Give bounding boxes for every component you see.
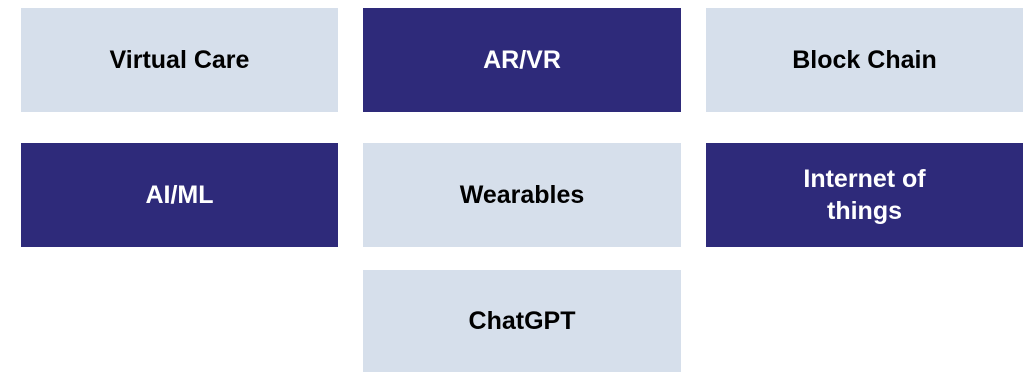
tile-block-chain: Block Chain [706, 8, 1023, 112]
tile-block-chain-label: Block Chain [792, 46, 937, 74]
tile-internet-of-things-label: Internet of things [803, 165, 926, 225]
tile-wearables-label: Wearables [459, 181, 585, 209]
tile-virtual-care: Virtual Care [21, 8, 338, 112]
tile-chatgpt-label: ChatGPT [468, 307, 576, 335]
tile-ai-ml: AI/ML [21, 143, 338, 247]
tile-internet-of-things: Internet of things [706, 143, 1023, 247]
tile-ai-ml-label: AI/ML [145, 181, 214, 209]
tile-ar-vr-label: AR/VR [483, 46, 561, 74]
tile-chatgpt: ChatGPT [363, 270, 681, 372]
tile-wearables: Wearables [363, 143, 681, 247]
tile-virtual-care-label: Virtual Care [109, 46, 250, 74]
tile-ar-vr: AR/VR [363, 8, 681, 112]
